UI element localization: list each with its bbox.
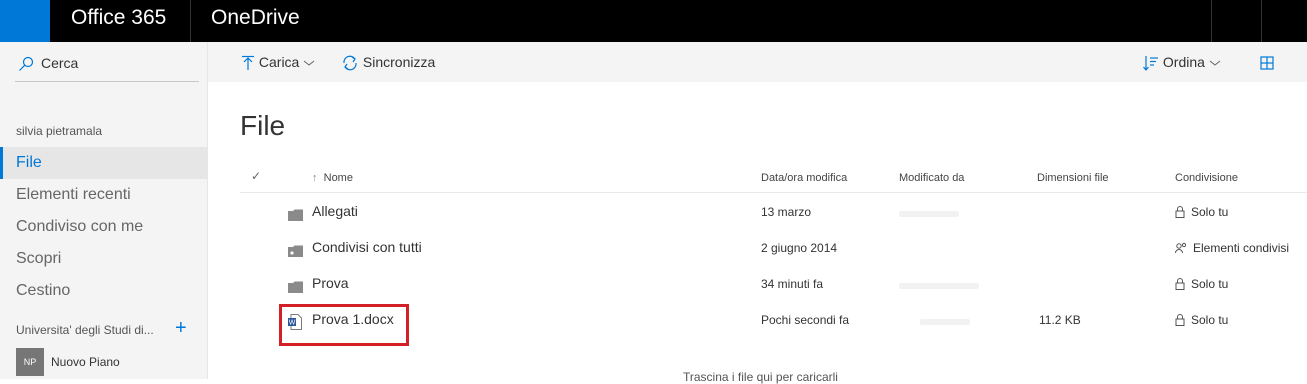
- column-header-size[interactable]: Dimensioni file: [1037, 172, 1109, 184]
- sharing-label: Solo tu: [1191, 313, 1229, 327]
- sharing-status[interactable]: Solo tu: [1175, 313, 1228, 327]
- search-box[interactable]: Cerca: [15, 52, 199, 82]
- file-size: 11.2 KB: [1039, 313, 1081, 327]
- sort-arrow-icon: ↑: [312, 172, 318, 184]
- modified-date: Pochi secondi fa: [761, 313, 850, 327]
- site-name: Nuovo Piano: [51, 355, 120, 369]
- settings-button[interactable]: [1212, 0, 1261, 42]
- lock-icon: [1175, 314, 1185, 326]
- table-row[interactable]: Allegati 13 marzo Solo tu: [240, 195, 1307, 231]
- command-bar: Carica Sincronizza Ordina: [208, 42, 1307, 82]
- drop-hint: Trascina i file qui per caricarli: [683, 370, 838, 384]
- nav-item-file[interactable]: File: [0, 147, 207, 179]
- nav-item-shared-with-me[interactable]: Condiviso con me: [0, 211, 207, 243]
- group-label[interactable]: Universita' degli Studi di...: [16, 323, 154, 337]
- table-row[interactable]: Condivisi con tutti 2 giugno 2014 Elemen…: [240, 231, 1307, 267]
- suite-divider: [190, 0, 191, 42]
- column-header-modified-by[interactable]: Modificato da: [899, 172, 964, 184]
- view-toggle-button[interactable]: [1260, 54, 1274, 70]
- folder-icon: [288, 281, 303, 293]
- grid-view-icon: [1260, 56, 1274, 70]
- user-name: silvia pietramala: [16, 124, 103, 138]
- add-site-icon[interactable]: +: [175, 318, 187, 338]
- site-avatar: NP: [16, 348, 44, 376]
- select-all-checkbox[interactable]: ✓: [251, 169, 261, 183]
- sync-icon: [343, 55, 357, 71]
- lock-icon: [1175, 206, 1185, 218]
- table-row[interactable]: Prova 34 minuti fa Solo tu: [240, 267, 1307, 303]
- sharing-label: Solo tu: [1191, 205, 1229, 219]
- modified-date: 13 marzo: [761, 205, 812, 219]
- app-launcher-button[interactable]: [0, 0, 50, 42]
- lock-icon: [1175, 278, 1185, 290]
- suite-bar: Office 365 OneDrive: [0, 0, 1307, 42]
- sort-icon: [1143, 56, 1158, 72]
- sharing-status[interactable]: Solo tu: [1175, 205, 1228, 219]
- sort-button[interactable]: Ordina: [1143, 54, 1221, 72]
- page-title: File: [240, 110, 286, 141]
- upload-label: Carica: [258, 54, 300, 70]
- sharing-label: Elementi condivisi: [1193, 241, 1290, 255]
- people-icon: [1175, 242, 1187, 254]
- highlight-box: [279, 304, 409, 346]
- sharing-status[interactable]: Solo tu: [1175, 277, 1228, 291]
- sharing-status[interactable]: Elementi condivisi: [1175, 241, 1289, 255]
- office-365-brand[interactable]: Office 365: [71, 6, 166, 30]
- sync-label: Sincronizza: [362, 54, 436, 70]
- left-nav: Cerca silvia pietramala File Elementi re…: [0, 42, 208, 379]
- column-header-sharing[interactable]: Condivisione: [1175, 172, 1238, 184]
- app-name[interactable]: OneDrive: [211, 6, 300, 30]
- help-button[interactable]: [1262, 0, 1307, 42]
- sharing-label: Solo tu: [1191, 277, 1229, 291]
- modified-by-redacted: [899, 211, 959, 217]
- chevron-down-icon: [303, 60, 315, 66]
- upload-button[interactable]: Carica: [241, 54, 315, 71]
- column-header-modified[interactable]: Data/ora modifica: [761, 172, 847, 184]
- chevron-down-icon: [1209, 60, 1221, 66]
- sync-button[interactable]: Sincronizza: [341, 54, 435, 71]
- nav-item-discover[interactable]: Scopri: [0, 243, 207, 275]
- file-name[interactable]: Prova: [312, 275, 349, 291]
- modified-date: 2 giugno 2014: [761, 241, 838, 255]
- column-header-name[interactable]: ↑ Nome: [312, 172, 353, 184]
- modified-by-redacted: [899, 283, 979, 289]
- search-input[interactable]: Cerca: [41, 55, 78, 71]
- modified-by-redacted: [920, 319, 970, 325]
- file-name[interactable]: Condivisi con tutti: [312, 239, 422, 255]
- folder-icon: [288, 209, 303, 221]
- nav-item-recent[interactable]: Elementi recenti: [0, 179, 207, 211]
- upload-arrow-icon: [242, 56, 254, 71]
- shared-folder-icon: [288, 245, 303, 257]
- modified-date: 34 minuti fa: [761, 277, 824, 291]
- header-divider: [240, 192, 1307, 193]
- nav-item-recycle-bin[interactable]: Cestino: [0, 275, 207, 307]
- sort-label: Ordina: [1162, 54, 1205, 70]
- file-name[interactable]: Allegati: [312, 203, 358, 219]
- search-icon: [19, 56, 34, 71]
- column-header-name-label: Nome: [323, 172, 353, 184]
